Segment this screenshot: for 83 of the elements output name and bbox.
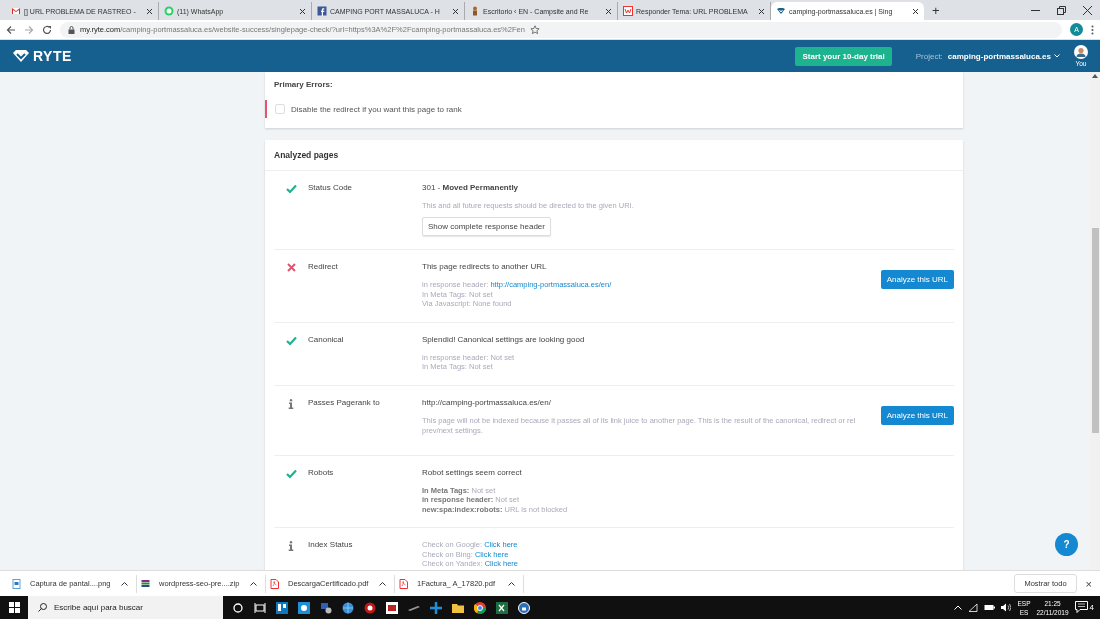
logo-text: RYTE (33, 48, 72, 64)
close-icon[interactable] (452, 7, 459, 15)
close-icon[interactable] (758, 7, 765, 15)
analyze-url-button[interactable]: Analyze this URL (880, 270, 954, 289)
close-icon[interactable] (146, 7, 153, 15)
app-icon[interactable] (386, 601, 398, 614)
ryte-diamond-icon (12, 49, 30, 63)
result-headline: Splendid! Canonical settings are looking good (422, 334, 586, 344)
analyze-url-button[interactable]: Analyze this URL (880, 405, 954, 425)
search-icon (38, 603, 47, 612)
close-icon[interactable] (912, 7, 919, 15)
result-headline: http://camping-portmassaluca.es/en/ (422, 397, 552, 407)
result-headline: Robot settings seem correct (422, 467, 523, 477)
row-label: Index Status (308, 540, 354, 549)
search-field[interactable]: Escribe aquí para buscar (54, 603, 214, 612)
spreadsheet-icon[interactable] (496, 601, 508, 614)
row-label: Status Code (308, 183, 354, 192)
menu-dots-icon[interactable] (1091, 24, 1094, 35)
close-icon[interactable] (605, 7, 612, 15)
info-icon (288, 541, 294, 551)
mail-icon (11, 6, 21, 16)
close-icon[interactable] (1082, 5, 1092, 15)
project-selector[interactable]: camping-portmassaluca.es (947, 51, 1060, 61)
reload-icon[interactable] (42, 24, 52, 35)
info-icon (288, 398, 294, 409)
row-label: Passes Pagerank to (308, 397, 381, 407)
books-stack-icon (141, 578, 151, 589)
folder-icon[interactable] (452, 601, 464, 614)
response-header-button[interactable]: Show complete response header (422, 217, 551, 236)
chat-bubble-icon (164, 6, 174, 16)
plus-icon[interactable] (430, 601, 442, 614)
lock-icon (68, 25, 75, 34)
checkbox-label: Disable the redirect if you want this page to rank (291, 104, 462, 114)
image-file-icon (12, 578, 22, 589)
new-tab-button[interactable]: + (924, 2, 948, 20)
chevron-down-icon (1054, 54, 1060, 58)
browser-icon[interactable] (474, 601, 486, 614)
caret-up-icon[interactable] (379, 582, 386, 586)
speaker-icon[interactable] (1001, 603, 1012, 612)
scrollbar-thumb[interactable] (1091, 228, 1099, 433)
record-icon[interactable] (364, 601, 376, 614)
pdf-file-icon (399, 578, 409, 589)
row-label: Robots (308, 467, 335, 477)
globe-icon[interactable] (342, 601, 354, 614)
restore-icon[interactable] (1056, 5, 1066, 15)
help-button[interactable]: ? (1055, 533, 1078, 556)
battery-icon[interactable] (984, 604, 996, 611)
scrollbar[interactable] (1090, 72, 1100, 570)
section-title: Primary Errors: (273, 80, 334, 89)
row-label: Redirect (308, 262, 339, 271)
section-title: Analyzed pages (265, 140, 963, 171)
result-headline: 301 - Moved Permanently (422, 183, 520, 192)
avatar-icon (1074, 45, 1088, 59)
app-icon[interactable] (298, 601, 310, 614)
pdf-file-icon (270, 578, 280, 589)
project-label: Project: (915, 51, 943, 61)
network-computer-icon[interactable] (320, 601, 332, 614)
check-icon (285, 184, 297, 194)
row-label: Canonical (308, 334, 345, 344)
f-square-icon (317, 6, 327, 16)
windows-logo-icon[interactable] (8, 602, 20, 613)
figure-icon (470, 6, 480, 16)
scroll-up-icon[interactable] (1092, 74, 1098, 78)
diamond-logo-icon (776, 6, 786, 16)
cross-icon (286, 263, 296, 272)
task-view-icon[interactable] (254, 601, 266, 614)
notification-icon[interactable] (1074, 601, 1089, 614)
result-headline: This page redirects to another URL (422, 262, 548, 271)
cortana-circle-icon[interactable] (232, 601, 244, 614)
taskbar-search-bar[interactable]: Escribe aquí para buscar (28, 596, 223, 619)
checkbox[interactable] (275, 104, 285, 114)
back-arrow-icon[interactable] (6, 24, 16, 35)
caret-up-icon[interactable] (121, 582, 128, 586)
board-app-icon[interactable] (276, 601, 288, 614)
caret-up-icon[interactable] (250, 582, 257, 586)
caret-up-icon[interactable] (508, 582, 515, 586)
close-button[interactable]: × (1076, 577, 1100, 590)
check-icon (285, 335, 297, 346)
star-icon[interactable] (529, 24, 540, 35)
notification-count: 4 (1089, 603, 1094, 612)
close-icon[interactable] (299, 7, 306, 15)
check-icon (285, 468, 297, 479)
w-logo-icon (623, 6, 633, 16)
